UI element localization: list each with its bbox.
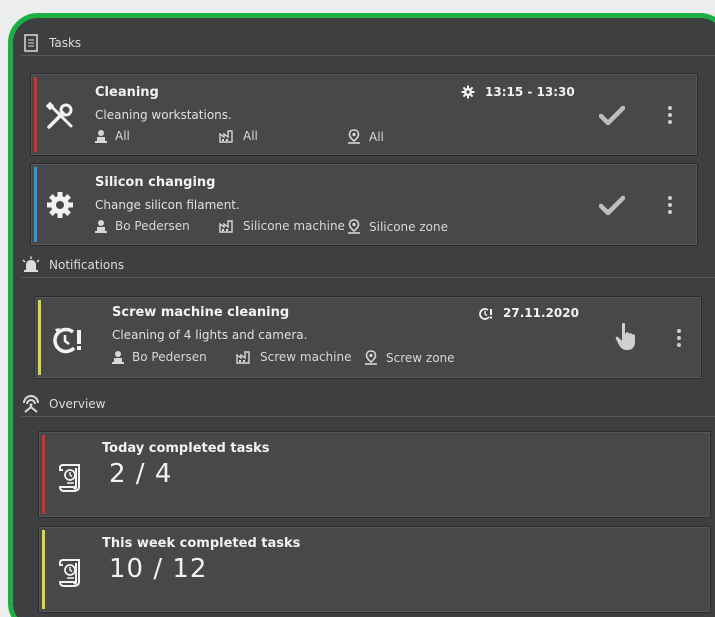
task-person: Bo Pedersen bbox=[95, 219, 190, 233]
task-card-silicon[interactable]: Silicon changing Change silicon filament… bbox=[30, 163, 698, 246]
task-machine: All bbox=[219, 129, 258, 143]
task-stripe bbox=[34, 167, 37, 242]
notification-date: 27.11.2020 bbox=[479, 306, 579, 320]
overview-icon bbox=[21, 394, 41, 414]
task-machine-text: Silicone machine bbox=[243, 219, 345, 233]
overview-card-today: Today completed tasks 2 / 4 bbox=[38, 431, 711, 518]
task-machine-text: All bbox=[243, 129, 258, 143]
dashboard-panel: Tasks Cleaning 13:15 - 13:30 Cleaning wo… bbox=[13, 18, 715, 617]
notification-description: Cleaning of 4 lights and camera. bbox=[112, 328, 308, 342]
task-person-text: Bo Pedersen bbox=[115, 219, 190, 233]
notification-person: Bo Pedersen bbox=[112, 350, 207, 364]
notification-person-text: Bo Pedersen bbox=[132, 350, 207, 364]
tools-icon bbox=[43, 99, 77, 133]
alarm-bell-icon bbox=[21, 255, 41, 275]
overview-value: 10 / 12 bbox=[109, 554, 208, 584]
notification-stripe bbox=[38, 300, 41, 375]
worker-icon bbox=[112, 351, 124, 364]
notification-date-text: 27.11.2020 bbox=[503, 306, 579, 320]
notification-machine: Screw machine bbox=[236, 350, 351, 364]
acknowledge-button[interactable] bbox=[611, 321, 641, 351]
more-options-icon[interactable] bbox=[672, 325, 686, 351]
location-pin-icon bbox=[348, 219, 360, 234]
hand-pointer-icon bbox=[615, 322, 635, 350]
task-zone: Silicone zone bbox=[347, 219, 448, 234]
gear-icon bbox=[43, 188, 77, 222]
checkmark-icon bbox=[599, 195, 625, 215]
overview-title: This week completed tasks bbox=[102, 536, 301, 551]
worker-icon bbox=[95, 130, 107, 143]
complete-task-button[interactable] bbox=[597, 190, 627, 220]
document-icon bbox=[21, 33, 41, 53]
more-options-icon[interactable] bbox=[663, 102, 677, 128]
overview-stripe bbox=[42, 435, 45, 514]
task-scroll-icon bbox=[54, 555, 88, 589]
task-person: All bbox=[95, 129, 130, 143]
notification-card-screw[interactable]: Screw machine cleaning 27.11.2020 Cleani… bbox=[34, 296, 702, 379]
task-description: Change silicon filament. bbox=[95, 198, 240, 212]
location-pin-icon bbox=[348, 129, 360, 144]
location-pin-icon bbox=[365, 350, 377, 365]
tasks-section-title: Tasks bbox=[49, 35, 82, 50]
overview-section-header: Overview bbox=[21, 391, 715, 417]
task-title: Silicon changing bbox=[95, 175, 216, 190]
more-options-icon[interactable] bbox=[663, 192, 677, 218]
task-title: Cleaning bbox=[95, 85, 159, 100]
factory-icon bbox=[219, 130, 233, 143]
gear-small-icon bbox=[461, 85, 475, 99]
task-card-cleaning[interactable]: Cleaning 13:15 - 13:30 Cleaning workstat… bbox=[30, 73, 698, 156]
worker-icon bbox=[95, 220, 107, 233]
overview-card-week: This week completed tasks 10 / 12 bbox=[38, 526, 711, 613]
alarm-clock-icon bbox=[51, 323, 85, 357]
task-stripe bbox=[34, 77, 37, 152]
overview-value: 2 / 4 bbox=[109, 459, 173, 489]
alarm-small-icon bbox=[479, 307, 492, 320]
checkmark-icon bbox=[599, 105, 625, 125]
complete-task-button[interactable] bbox=[597, 100, 627, 130]
notification-zone: Screw zone bbox=[364, 350, 455, 365]
overview-title: Today completed tasks bbox=[102, 441, 270, 456]
factory-icon bbox=[236, 351, 250, 364]
notification-machine-text: Screw machine bbox=[260, 350, 352, 364]
task-time-text: 13:15 - 13:30 bbox=[485, 85, 575, 99]
task-person-text: All bbox=[115, 129, 130, 143]
overview-stripe bbox=[42, 530, 45, 609]
notification-zone-text: Screw zone bbox=[386, 350, 455, 365]
task-zone-text: Silicone zone bbox=[369, 219, 448, 234]
task-description: Cleaning workstations. bbox=[95, 108, 232, 122]
task-zone: All bbox=[347, 129, 384, 144]
tasks-section-header: Tasks bbox=[21, 30, 715, 56]
notifications-section-title: Notifications bbox=[49, 257, 125, 272]
notification-title: Screw machine cleaning bbox=[112, 305, 290, 320]
notifications-section-header: Notifications bbox=[21, 252, 715, 278]
factory-icon bbox=[219, 220, 233, 233]
app-frame: Tasks Cleaning 13:15 - 13:30 Cleaning wo… bbox=[8, 13, 715, 617]
task-machine: Silicone machine bbox=[219, 219, 345, 233]
task-scroll-icon bbox=[54, 460, 88, 494]
task-time: 13:15 - 13:30 bbox=[461, 85, 575, 99]
task-zone-text: All bbox=[369, 129, 384, 144]
overview-section-title: Overview bbox=[49, 396, 106, 411]
